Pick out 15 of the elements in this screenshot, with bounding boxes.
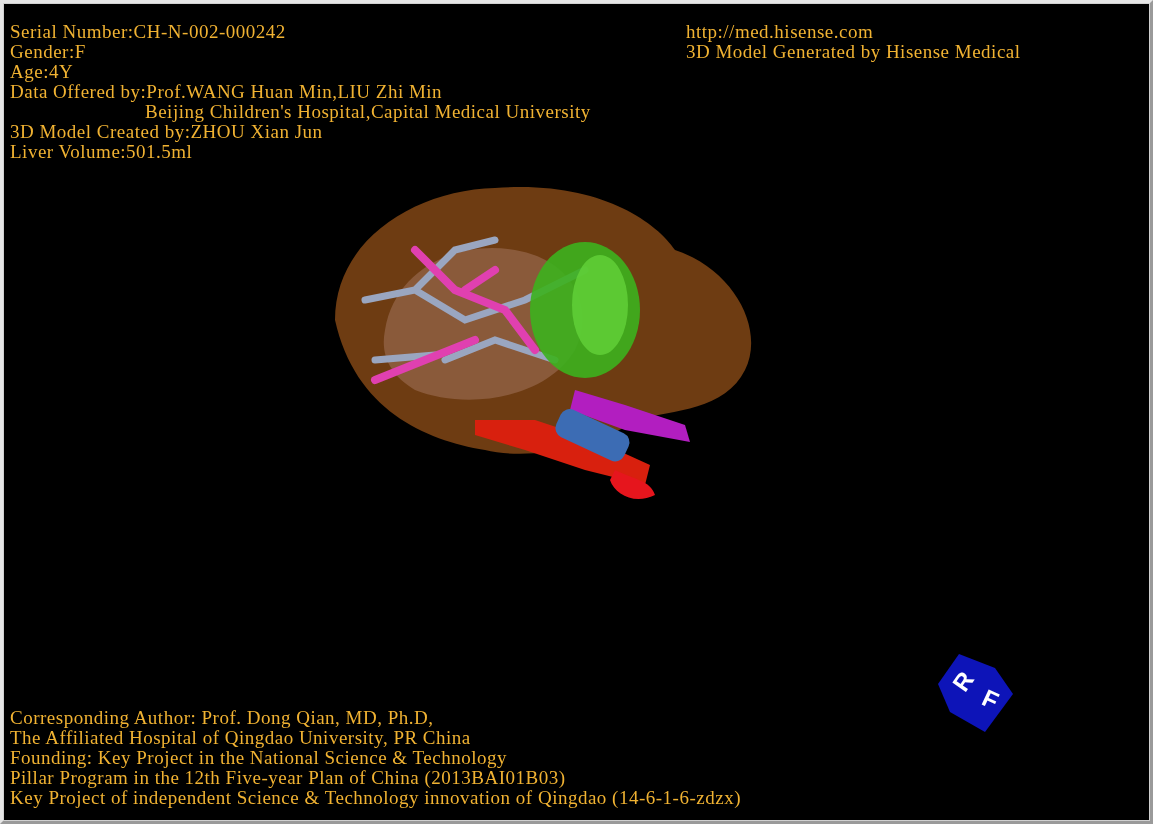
header-text: http://med.hisense.com — [686, 22, 875, 42]
info-text: Serial Number:CH-N-002-000242 — [10, 22, 287, 42]
orientation-cube[interactable]: R F — [935, 654, 1015, 732]
header-text: 3D Model Generated by Hisense Medical — [686, 42, 1022, 62]
info-text: Liver Volume:501.5ml — [10, 142, 193, 162]
credit-text: Founding: Key Project in the National Science & Technology — [10, 748, 508, 768]
info-text: Data Offered by:Prof.WANG Huan Min,LIU Zhi Min — [10, 82, 444, 102]
credit-text: The Affiliated Hospital of Qingdao University, PR China — [10, 728, 472, 748]
credit-text: Corresponding Author: Prof. Dong Qian, MD, Ph.D, — [10, 708, 435, 728]
credit-text: Key Project of independent Science & Technology innovation of Qingdao (14-6-1-6-zdzx) — [10, 788, 741, 808]
info-text: Age:4Y — [10, 62, 75, 82]
info-text: Beijing Children's Hospital,Capital Medical University — [145, 102, 591, 122]
info-text: Gender:F — [10, 42, 87, 62]
info-text: 3D Model Created by:ZHOU Xian Jun — [10, 122, 323, 142]
credit-text: Pillar Program in the 12th Five-year Plan of China (2013BAI01B03) — [10, 768, 567, 788]
